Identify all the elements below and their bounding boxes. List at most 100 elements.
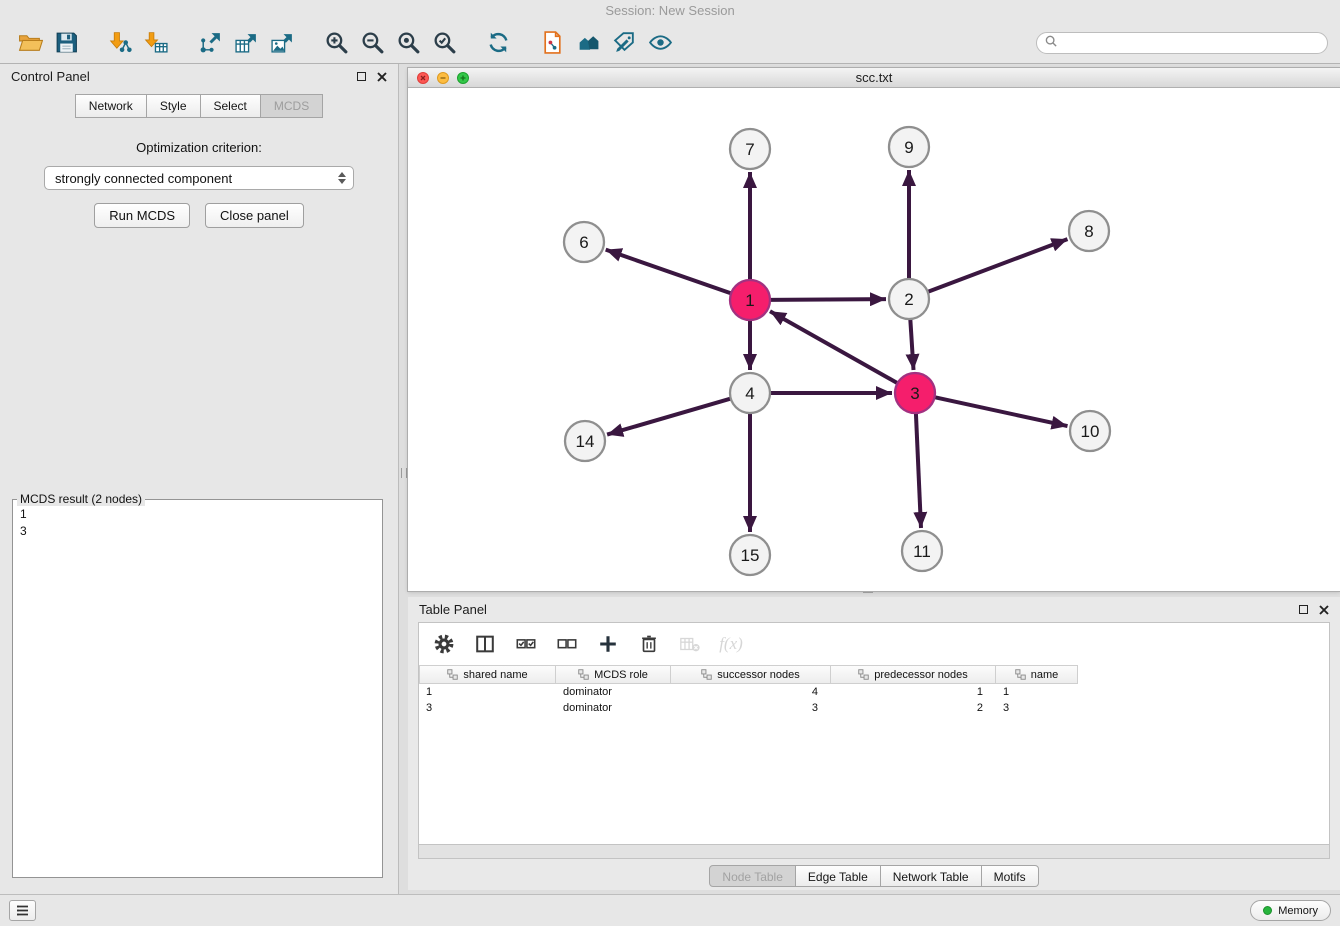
column-header-predecessor-nodes[interactable]: predecessor nodes — [831, 665, 996, 684]
plus-icon — [597, 633, 619, 655]
graph-node-label: 11 — [913, 542, 931, 561]
window-zoom-icon[interactable] — [457, 72, 469, 84]
graph-edge-3-11[interactable] — [916, 413, 921, 528]
graph-node-9[interactable]: 9 — [889, 127, 929, 167]
tab-select[interactable]: Select — [201, 94, 261, 118]
delete-table-icon — [679, 633, 701, 655]
window-minimize-icon[interactable] — [437, 72, 449, 84]
search-box[interactable] — [1036, 32, 1328, 54]
search-icon — [1045, 34, 1057, 52]
select-stepper-icon — [335, 172, 349, 184]
node-table: f(x) shared name MCDS rolesuccessor nodes… — [418, 622, 1330, 845]
clone-network-button[interactable] — [534, 26, 570, 60]
annotation-button[interactable] — [606, 26, 642, 60]
export-image-button[interactable] — [264, 26, 300, 60]
graph-node-2[interactable]: 2 — [889, 279, 929, 319]
import-table-button[interactable] — [138, 26, 174, 60]
graph-edge-3-1[interactable] — [770, 311, 898, 383]
graph-node-1[interactable]: 1 — [730, 280, 770, 320]
table-row[interactable]: 3dominator323 — [419, 700, 1329, 716]
sort-icon — [701, 669, 712, 680]
graph-node-label: 8 — [1084, 222, 1093, 241]
float-table-panel-icon[interactable] — [1299, 605, 1308, 614]
tab-mcds[interactable]: MCDS — [261, 94, 323, 118]
graph-node-3[interactable]: 3 — [895, 373, 935, 413]
delete-column-button[interactable] — [636, 631, 662, 657]
home-layout-button[interactable] — [570, 26, 606, 60]
deselect-all-rows-button[interactable] — [554, 631, 580, 657]
tab-style[interactable]: Style — [147, 94, 201, 118]
table-row[interactable]: 1dominator411 — [419, 684, 1329, 700]
table-tabs: Node TableEdge TableNetwork TableMotifs — [408, 865, 1340, 887]
column-header-label: shared name — [463, 669, 527, 681]
function-builder-button[interactable]: f(x) — [718, 631, 744, 657]
zoom-selected-button[interactable] — [426, 26, 462, 60]
search-input[interactable] — [1063, 36, 1319, 50]
network-canvas[interactable]: 7 9 6 8 1 2 4 3 14 10 15 11 — [408, 89, 1340, 591]
graph-edge-4-14[interactable] — [607, 399, 731, 435]
run-mcds-button[interactable]: Run MCDS — [94, 203, 190, 228]
mcds-result-label: MCDS result (2 nodes) — [17, 492, 145, 506]
tag-pencil-icon — [612, 30, 637, 55]
column-header-shared-name[interactable]: shared name — [419, 665, 556, 684]
close-panel-icon[interactable] — [377, 72, 387, 82]
select-all-rows-button[interactable] — [513, 631, 539, 657]
graph-edge-1-2[interactable] — [770, 299, 886, 300]
graph-edge-3-10[interactable] — [935, 397, 1068, 426]
graph-edge-2-3[interactable] — [910, 319, 913, 370]
table-settings-button[interactable] — [431, 631, 457, 657]
graph-node-14[interactable]: 14 — [565, 421, 605, 461]
graph-edge-2-8[interactable] — [928, 239, 1068, 292]
save-session-button[interactable] — [48, 26, 84, 60]
tab-node-table[interactable]: Node Table — [709, 865, 796, 887]
graph-node-15[interactable]: 15 — [730, 535, 770, 575]
table-cell: 3 — [419, 702, 556, 714]
create-column-button[interactable] — [595, 631, 621, 657]
open-session-button[interactable] — [12, 26, 48, 60]
memory-button[interactable]: Memory — [1250, 900, 1331, 921]
graph-node-label: 9 — [904, 138, 913, 157]
zoom-fit-button[interactable] — [390, 26, 426, 60]
close-panel-button[interactable]: Close panel — [205, 203, 304, 228]
tab-network[interactable]: Network — [75, 94, 147, 118]
graph-edge-1-6[interactable] — [606, 250, 731, 294]
table-cell: 3 — [996, 702, 1078, 714]
column-header-name[interactable]: name — [996, 665, 1078, 684]
export-table-button[interactable] — [228, 26, 264, 60]
graph-node-8[interactable]: 8 — [1069, 211, 1109, 251]
control-panel-title: Control Panel — [11, 69, 90, 84]
column-header-successor-nodes[interactable]: successor nodes — [671, 665, 831, 684]
mcds-result-value: 3 — [13, 523, 382, 540]
vertical-splitter[interactable] — [399, 64, 408, 894]
zoom-out-button[interactable] — [354, 26, 390, 60]
tab-edge-table[interactable]: Edge Table — [796, 865, 881, 887]
status-menu-button[interactable] — [9, 900, 36, 921]
table-horizontal-scrollbar[interactable] — [418, 845, 1330, 859]
table-cell: 4 — [671, 686, 831, 698]
export-network-button[interactable] — [192, 26, 228, 60]
float-panel-icon[interactable] — [357, 72, 366, 81]
graph-node-6[interactable]: 6 — [564, 222, 604, 262]
graph-node-label: 10 — [1081, 422, 1100, 441]
graph-node-11[interactable]: 11 — [902, 531, 942, 571]
column-selector-button[interactable] — [472, 631, 498, 657]
folder-open-icon — [18, 30, 43, 55]
delete-table-button[interactable] — [677, 631, 703, 657]
import-network-button[interactable] — [102, 26, 138, 60]
window-close-icon[interactable] — [417, 72, 429, 84]
graph-node-10[interactable]: 10 — [1070, 411, 1110, 451]
show-hide-button[interactable] — [642, 26, 678, 60]
export-image-icon — [270, 30, 295, 55]
column-header-MCDS-role[interactable]: MCDS role — [556, 665, 671, 684]
columns-icon — [474, 633, 496, 655]
close-table-panel-icon[interactable] — [1319, 605, 1329, 615]
refresh-layout-button[interactable] — [480, 26, 516, 60]
tab-network-table[interactable]: Network Table — [881, 865, 982, 887]
zoom-in-button[interactable] — [318, 26, 354, 60]
graph-node-4[interactable]: 4 — [730, 373, 770, 413]
mcds-result-value: 1 — [13, 506, 382, 523]
network-graph[interactable]: 7 9 6 8 1 2 4 3 14 10 15 11 — [408, 89, 1340, 591]
optimization-criterion-select[interactable]: strongly connected component — [44, 166, 354, 190]
tab-motifs[interactable]: Motifs — [982, 865, 1039, 887]
graph-node-7[interactable]: 7 — [730, 129, 770, 169]
